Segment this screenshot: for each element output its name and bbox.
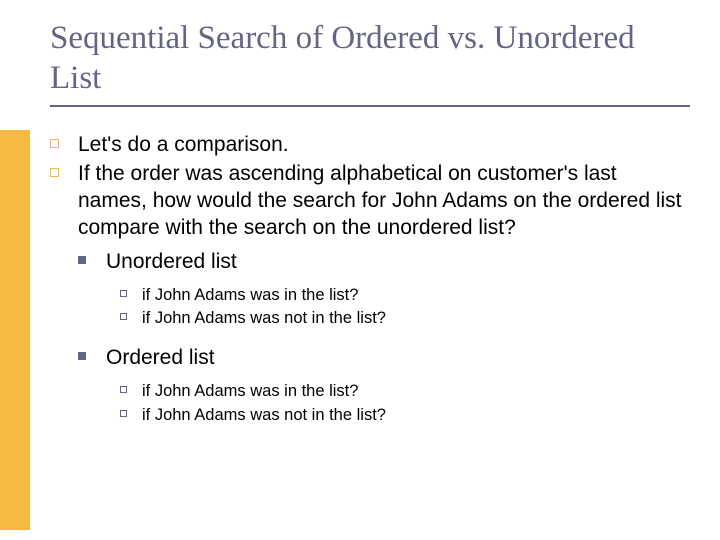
bullet-level3: if John Adams was in the list? <box>120 381 690 402</box>
hollow-small-square-icon <box>120 381 142 402</box>
bullet-text: If the order was ascending alphabetical … <box>78 160 690 242</box>
title-underline <box>50 105 690 107</box>
hollow-small-square-icon <box>120 405 142 426</box>
slide-content: Sequential Search of Ordered vs. Unorder… <box>0 0 720 460</box>
bullet-text: if John Adams was in the list? <box>142 381 690 402</box>
hollow-small-square-icon <box>120 308 142 329</box>
level3-group: if John Adams was in the list? if John A… <box>120 285 690 330</box>
filled-square-icon <box>78 248 106 275</box>
slide-title: Sequential Search of Ordered vs. Unorder… <box>50 18 690 99</box>
hollow-square-icon <box>50 160 78 242</box>
bullet-text: if John Adams was not in the list? <box>142 308 690 329</box>
bullet-level1: Let's do a comparison. <box>50 131 690 158</box>
bullet-level2: Ordered list <box>78 344 690 371</box>
filled-square-icon <box>78 344 106 371</box>
bullet-text: Let's do a comparison. <box>78 131 690 158</box>
bullet-level1: If the order was ascending alphabetical … <box>50 160 690 242</box>
bullet-level3: if John Adams was not in the list? <box>120 308 690 329</box>
bullet-text: Unordered list <box>106 248 690 275</box>
hollow-small-square-icon <box>120 285 142 306</box>
body-content: Let's do a comparison. If the order was … <box>50 131 690 427</box>
bullet-text: if John Adams was in the list? <box>142 285 690 306</box>
bullet-level3: if John Adams was in the list? <box>120 285 690 306</box>
bullet-level3: if John Adams was not in the list? <box>120 405 690 426</box>
hollow-square-icon <box>50 131 78 158</box>
accent-bar <box>0 130 30 530</box>
bullet-level2: Unordered list <box>78 248 690 275</box>
level3-group: if John Adams was in the list? if John A… <box>120 381 690 426</box>
bullet-text: if John Adams was not in the list? <box>142 405 690 426</box>
bullet-text: Ordered list <box>106 344 690 371</box>
